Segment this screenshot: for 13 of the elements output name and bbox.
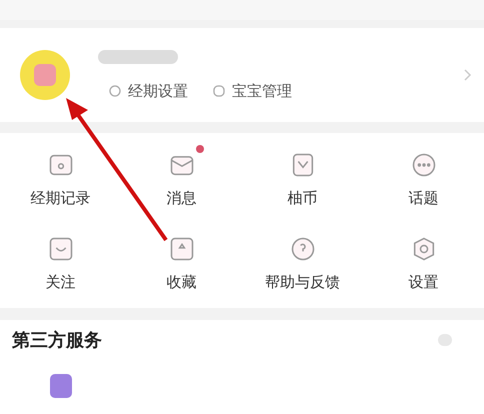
profile-link[interactable]: 宝宝管理 xyxy=(212,82,292,100)
menu-item[interactable]: 经期记录 xyxy=(0,143,121,208)
menu-item[interactable]: 关注 xyxy=(0,226,121,292)
menu-item[interactable]: 收藏 xyxy=(121,226,242,292)
menu-item[interactable]: 话题 xyxy=(363,143,484,208)
menu-item[interactable]: 设置 xyxy=(363,226,484,292)
section-title: 第三方服务 xyxy=(12,329,102,352)
avatar[interactable] xyxy=(20,50,70,100)
menu-item[interactable]: 帮助与反馈 xyxy=(242,226,363,292)
menu-item[interactable]: 柚币 xyxy=(242,143,363,208)
profile-link[interactable]: 经期设置 xyxy=(108,82,188,100)
service-app-icon[interactable] xyxy=(50,374,72,398)
menu-item[interactable]: 消息 xyxy=(121,143,242,208)
